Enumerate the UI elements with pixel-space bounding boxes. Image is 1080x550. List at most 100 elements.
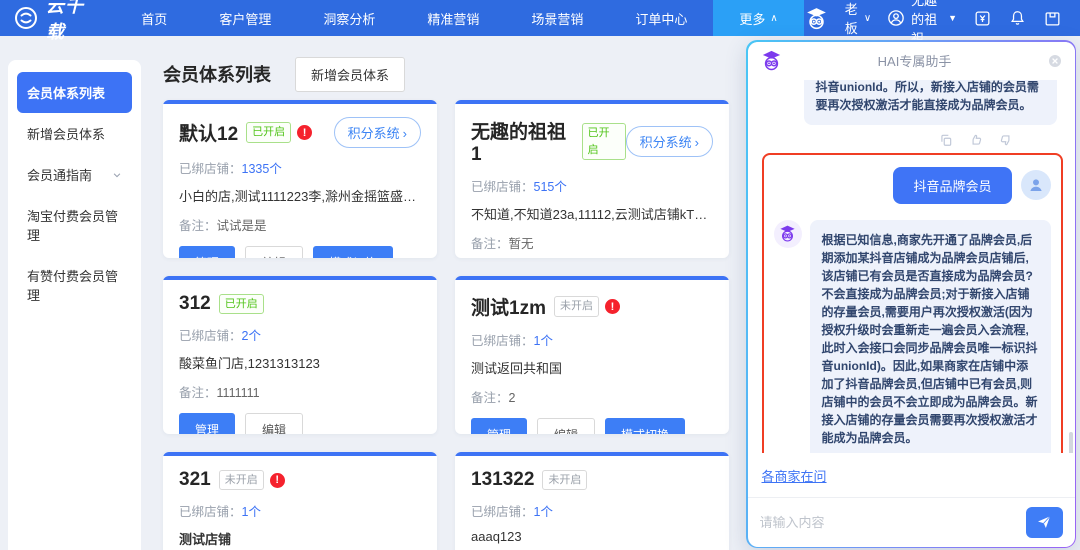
- card-title: 321: [179, 469, 211, 490]
- shops-count[interactable]: 1个: [534, 334, 553, 348]
- assistant-panel: HAI专属助手 抖音unionId。所以，新接入店铺的会员需要再次授权激活才能直…: [746, 40, 1076, 548]
- top-navbar: 云千载 首页 客户管理 洞察分析 精准营销 场景营销 订单中心 更多 ∧ 老板 …: [0, 0, 1080, 46]
- package-icon[interactable]: [1043, 9, 1062, 28]
- sidebar-item-label: 会员体系列表: [27, 86, 106, 101]
- manage-button[interactable]: 管理: [179, 246, 236, 258]
- bell-icon[interactable]: [1008, 9, 1027, 28]
- alert-icon[interactable]: !: [297, 125, 313, 140]
- chevron-down-icon: ∨: [863, 12, 872, 24]
- role-label: 老板: [844, 2, 858, 36]
- chevron-down-icon: [112, 170, 122, 180]
- mode-switch-button[interactable]: 模式切换: [313, 246, 394, 258]
- shops-label: 已绑店铺：: [179, 505, 242, 519]
- brand-name: 云千载: [46, 0, 84, 42]
- assistant-avatar: [773, 219, 802, 248]
- sidebar-item-youzan-paid-member[interactable]: 有赞付费会员管理: [17, 255, 132, 315]
- add-member-system-button[interactable]: 新增会员体系: [295, 56, 406, 92]
- arrow-right-icon: ›: [402, 126, 407, 141]
- status-badge: 已开启: [246, 122, 292, 143]
- member-system-card: 321 未开启 ! 已绑店铺：1个 测试店铺: [163, 452, 437, 550]
- assistant-answer-text: 根据已知信息,商家先开通了品牌会员,后期添加某抖音店铺成为品牌会员店铺后,该店铺…: [821, 232, 1038, 445]
- chat-input[interactable]: [759, 514, 1018, 530]
- user-message: 抖音品牌会员: [893, 166, 1012, 204]
- thumbs-down-icon[interactable]: [999, 133, 1013, 147]
- note-value: 试试是是: [216, 219, 267, 233]
- note-value: 暂无: [508, 237, 534, 251]
- note-value: 1111111: [216, 386, 260, 400]
- caret-down-icon: ▼: [948, 13, 957, 23]
- shops-label: 已绑店铺：: [471, 334, 534, 348]
- store-names: 测试返回共和国: [471, 361, 563, 376]
- assistant-answer: 根据已知信息,商家先开通了品牌会员,后期添加某抖音店铺成为品牌会员店铺后,该店铺…: [809, 219, 1051, 453]
- shops-label: 已绑店铺：: [471, 505, 534, 519]
- thumbs-up-icon[interactable]: [969, 133, 983, 147]
- nav-item-scene-marketing[interactable]: 场景营销: [505, 0, 609, 36]
- highlighted-conversation: 抖音品牌会员 根据已知信息,商家先开通了品牌会员,后期添加某抖音店铺成为品牌会员…: [761, 152, 1063, 453]
- status-badge: 已开启: [581, 123, 626, 160]
- nav-menu: 首页 客户管理 洞察分析 精准营销 场景营销 订单中心 更多 ∧: [115, 0, 804, 36]
- shops-count[interactable]: 1335个: [242, 162, 282, 176]
- logo-icon: [14, 6, 38, 30]
- nav-item-more-label: 更多: [739, 11, 766, 27]
- note-label: 备注：: [179, 219, 217, 233]
- alert-icon[interactable]: !: [604, 299, 620, 314]
- card-title: 默认12: [179, 124, 239, 145]
- shops-count[interactable]: 1个: [534, 505, 553, 519]
- points-system-button[interactable]: 积分系统 ›: [625, 126, 713, 157]
- shops-count[interactable]: 515个: [534, 180, 567, 194]
- sidebar-item-member-guide[interactable]: 会员通指南: [17, 154, 132, 195]
- edit-button[interactable]: 编辑: [245, 246, 304, 258]
- send-button[interactable]: [1025, 506, 1063, 538]
- manage-button[interactable]: 管理: [179, 413, 236, 434]
- card-title: 无趣的祖祖1: [471, 122, 567, 165]
- user-avatar: [1020, 170, 1051, 201]
- nav-item-home[interactable]: 首页: [115, 0, 193, 36]
- sidebar-item-member-system-list[interactable]: 会员体系列表: [17, 72, 132, 113]
- close-icon[interactable]: [1047, 53, 1063, 69]
- member-system-card: 默认12 已开启 ! 积分系统 › 已绑店铺：1335个 小白的店,测试11112…: [163, 100, 437, 258]
- store-names: aaaq123: [471, 529, 522, 544]
- status-badge: 未开启: [553, 296, 599, 317]
- card-title: 131322: [471, 469, 535, 490]
- chat-message-list[interactable]: 抖音unionId。所以，新接入店铺的会员需要再次授权激活才能直接成为品牌会员。…: [748, 79, 1075, 453]
- card-title: 312: [179, 293, 211, 314]
- note-value: 2: [508, 391, 516, 405]
- role-switcher[interactable]: 老板 ∨: [845, 0, 871, 37]
- nav-item-customer-management[interactable]: 客户管理: [193, 0, 297, 36]
- nav-item-order-center[interactable]: 订单中心: [609, 0, 713, 36]
- card-title: 测试1zm: [471, 298, 546, 319]
- mode-switch-button[interactable]: 模式切换: [605, 418, 686, 434]
- assistant-owl-icon: [760, 49, 783, 72]
- nav-item-more[interactable]: 更多 ∧: [713, 0, 804, 36]
- alert-icon[interactable]: !: [269, 472, 285, 488]
- main-content: 会员体系列表 新增会员体系 默认12 已开启 ! 积分系统 › 已绑店铺：1335…: [163, 56, 733, 550]
- sidebar: 会员体系列表 新增会员体系 会员通指南 淘宝付费会员管理 有赞付费会员管理: [8, 60, 141, 550]
- shops-label: 已绑店铺：: [471, 180, 534, 194]
- points-system-button[interactable]: 积分系统 ›: [333, 117, 421, 148]
- sidebar-item-label: 有赞付费会员管理: [27, 269, 119, 303]
- note-label: 备注：: [471, 237, 509, 251]
- merchants-asking-link[interactable]: 各商家在问: [762, 469, 827, 484]
- scrollbar-thumb[interactable]: [1068, 431, 1073, 453]
- brand-logo[interactable]: 云千载: [0, 0, 115, 42]
- note-label: 备注：: [179, 386, 217, 400]
- sidebar-item-add-member-system[interactable]: 新增会员体系: [17, 113, 132, 154]
- status-badge: 已开启: [218, 293, 264, 315]
- shops-count[interactable]: 1个: [242, 505, 261, 519]
- sidebar-item-taobao-paid-member[interactable]: 淘宝付费会员管理: [17, 195, 132, 255]
- nav-item-insight-analysis[interactable]: 洞察分析: [297, 0, 401, 36]
- status-badge: 未开启: [218, 469, 264, 491]
- user-circle-icon: [887, 9, 905, 27]
- shops-count[interactable]: 2个: [242, 329, 261, 343]
- copy-icon[interactable]: [939, 133, 953, 147]
- arrow-right-icon: ›: [694, 135, 699, 150]
- edit-button[interactable]: 编辑: [537, 418, 596, 434]
- member-system-card: 312 已开启 已绑店铺：2个 酸菜鱼门店,1231313123 备注：1111…: [163, 276, 437, 434]
- sidebar-item-label: 新增会员体系: [27, 127, 106, 142]
- assistant-owl-icon[interactable]: [804, 6, 829, 31]
- edit-button[interactable]: 编辑: [245, 413, 304, 434]
- billing-icon[interactable]: [973, 9, 992, 28]
- nav-item-precision-marketing[interactable]: 精准营销: [401, 0, 505, 36]
- manage-button[interactable]: 管理: [471, 418, 528, 434]
- status-badge: 未开启: [542, 469, 588, 491]
